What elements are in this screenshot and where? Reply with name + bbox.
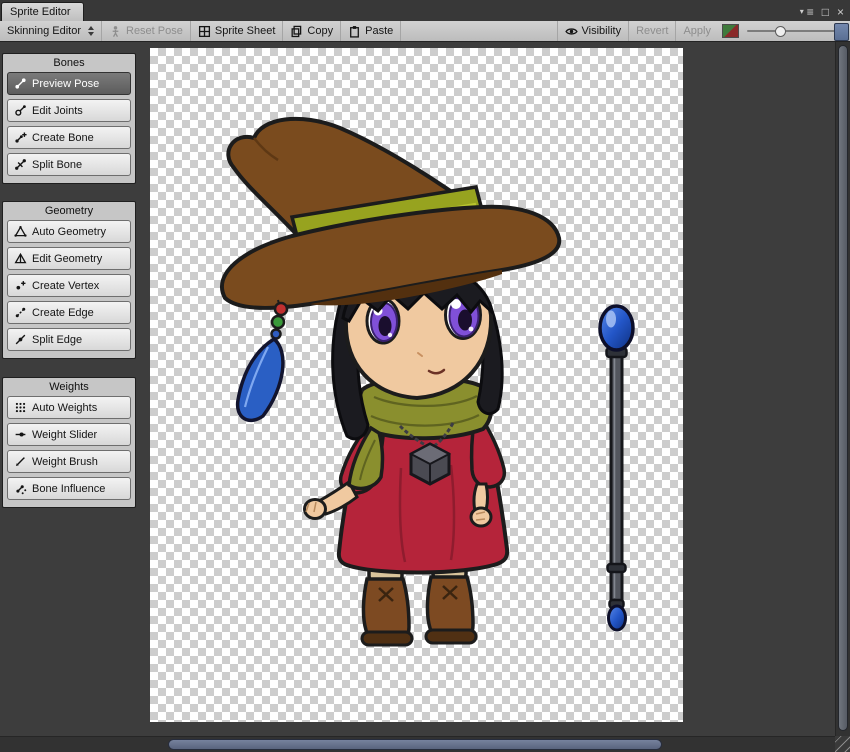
bones-panel-title: Bones <box>53 57 85 69</box>
maximize-icon[interactable]: □ <box>822 6 829 18</box>
zoom-slider-knob[interactable] <box>775 26 786 37</box>
vertical-scrollbar[interactable] <box>835 42 850 736</box>
tool-label: Edit Geometry <box>32 252 103 265</box>
weight-slider-icon <box>14 428 27 441</box>
pane-menu-icon[interactable]: ≡ <box>807 6 814 18</box>
copy-button[interactable]: Copy <box>283 21 342 41</box>
tool-create-vertex[interactable]: Create Vertex <box>7 274 131 297</box>
geometry-panel: Geometry Auto Geometry Edit Geometry Cre… <box>2 201 136 359</box>
sprite-sheet-button[interactable]: Sprite Sheet <box>191 21 284 41</box>
visibility-label: Visibility <box>581 25 622 37</box>
paste-label: Paste <box>365 25 394 37</box>
tool-split-edge[interactable]: Split Edge <box>7 328 131 351</box>
create-bone-icon <box>14 131 27 144</box>
preview-pose-icon <box>14 77 27 90</box>
tool-auto-weights[interactable]: Auto Weights <box>7 396 131 419</box>
tool-edit-geometry[interactable]: Edit Geometry <box>7 247 131 270</box>
paste-icon <box>348 25 361 38</box>
dropdown-updown-icon <box>88 26 94 36</box>
tool-split-bone[interactable]: Split Bone <box>7 153 131 176</box>
staff-sprite <box>598 304 635 632</box>
horizontal-scrollbar-thumb[interactable] <box>168 739 662 750</box>
horizontal-scrollbar[interactable] <box>0 736 835 752</box>
split-bone-icon <box>14 158 27 171</box>
sprite-artwork <box>220 116 635 647</box>
tool-weight-slider[interactable]: Weight Slider <box>7 423 131 446</box>
toolbar: Skinning Editor Reset Pose Sprite Sheet … <box>0 21 850 42</box>
weight-brush-icon <box>14 455 27 468</box>
auto-weights-icon <box>14 401 27 414</box>
edit-joints-icon <box>14 104 27 117</box>
create-edge-icon <box>14 306 27 319</box>
sprite-sheet-icon <box>198 25 211 38</box>
apply-label: Apply <box>683 25 711 37</box>
revert-button[interactable]: Revert <box>628 21 675 41</box>
tool-label: Create Bone <box>32 131 94 144</box>
close-icon[interactable]: × <box>837 6 844 18</box>
sprite-canvas[interactable] <box>150 48 683 722</box>
geometry-panel-title: Geometry <box>44 205 94 217</box>
tool-preview-pose[interactable]: Preview Pose <box>7 72 131 95</box>
titlebar: Sprite Editor ▾ ≡ □ × <box>0 0 850 21</box>
tool-bone-influence[interactable]: Bone Influence <box>7 477 131 500</box>
editor-viewport: Bones Preview Pose Edit Joints Create Bo… <box>0 42 835 736</box>
auto-geometry-icon <box>14 225 27 238</box>
tool-edit-joints[interactable]: Edit Joints <box>7 99 131 122</box>
zoom-slider-track[interactable] <box>747 30 842 32</box>
mode-dropdown-label: Skinning Editor <box>7 25 81 37</box>
reset-pose-icon <box>109 25 122 38</box>
color-channel-swatch[interactable] <box>722 24 739 38</box>
visibility-button[interactable]: Visibility <box>556 21 629 41</box>
toolbar-corner-button[interactable] <box>834 23 849 41</box>
tool-label: Auto Weights <box>32 401 98 414</box>
tool-label: Preview Pose <box>32 77 100 90</box>
split-edge-icon <box>14 333 27 346</box>
resize-grip[interactable] <box>835 736 850 752</box>
apply-button[interactable]: Apply <box>675 21 718 41</box>
tool-label: Edit Joints <box>32 104 83 117</box>
reset-pose-label: Reset Pose <box>126 25 183 37</box>
window-tab[interactable]: Sprite Editor <box>1 2 84 21</box>
tool-label: Split Bone <box>32 158 83 171</box>
bones-panel: Bones Preview Pose Edit Joints Create Bo… <box>2 53 136 184</box>
tool-label: Weight Brush <box>32 455 98 468</box>
tool-auto-geometry[interactable]: Auto Geometry <box>7 220 131 243</box>
create-vertex-icon <box>14 279 27 292</box>
revert-label: Revert <box>636 25 669 37</box>
sprite-sheet-label: Sprite Sheet <box>214 25 276 37</box>
copy-label: Copy <box>307 25 334 37</box>
paste-button[interactable]: Paste <box>341 21 402 41</box>
tool-label: Bone Influence <box>32 482 106 495</box>
edit-geometry-icon <box>14 252 27 265</box>
bone-influence-icon <box>14 482 27 495</box>
tool-label: Create Vertex <box>32 279 100 292</box>
vertical-scrollbar-thumb[interactable] <box>838 45 848 731</box>
tool-label: Weight Slider <box>32 428 98 441</box>
tool-label: Auto Geometry <box>32 225 106 238</box>
weights-panel: Weights Auto Weights Weight Slider Weigh… <box>2 377 136 508</box>
tool-weight-brush[interactable]: Weight Brush <box>7 450 131 473</box>
window-controls: ▾ ≡ □ × <box>800 6 850 21</box>
tool-create-bone[interactable]: Create Bone <box>7 126 131 149</box>
mode-dropdown[interactable]: Skinning Editor <box>0 21 102 41</box>
tool-create-edge[interactable]: Create Edge <box>7 301 131 324</box>
pane-menu-arrow-icon[interactable]: ▾ <box>800 8 804 16</box>
witch-character-sprite <box>220 116 562 647</box>
visibility-eye-icon <box>564 25 578 38</box>
weights-panel-title: Weights <box>49 381 89 393</box>
copy-icon <box>290 25 303 38</box>
zoom-slider[interactable] <box>747 24 842 38</box>
reset-pose-button[interactable]: Reset Pose <box>102 21 191 41</box>
hat-feather-ornament <box>235 299 289 422</box>
sprite-editor-window: Sprite Editor ▾ ≡ □ × Skinning Editor Re… <box>0 0 850 752</box>
tool-label: Split Edge <box>32 333 83 346</box>
tool-label: Create Edge <box>32 306 94 319</box>
